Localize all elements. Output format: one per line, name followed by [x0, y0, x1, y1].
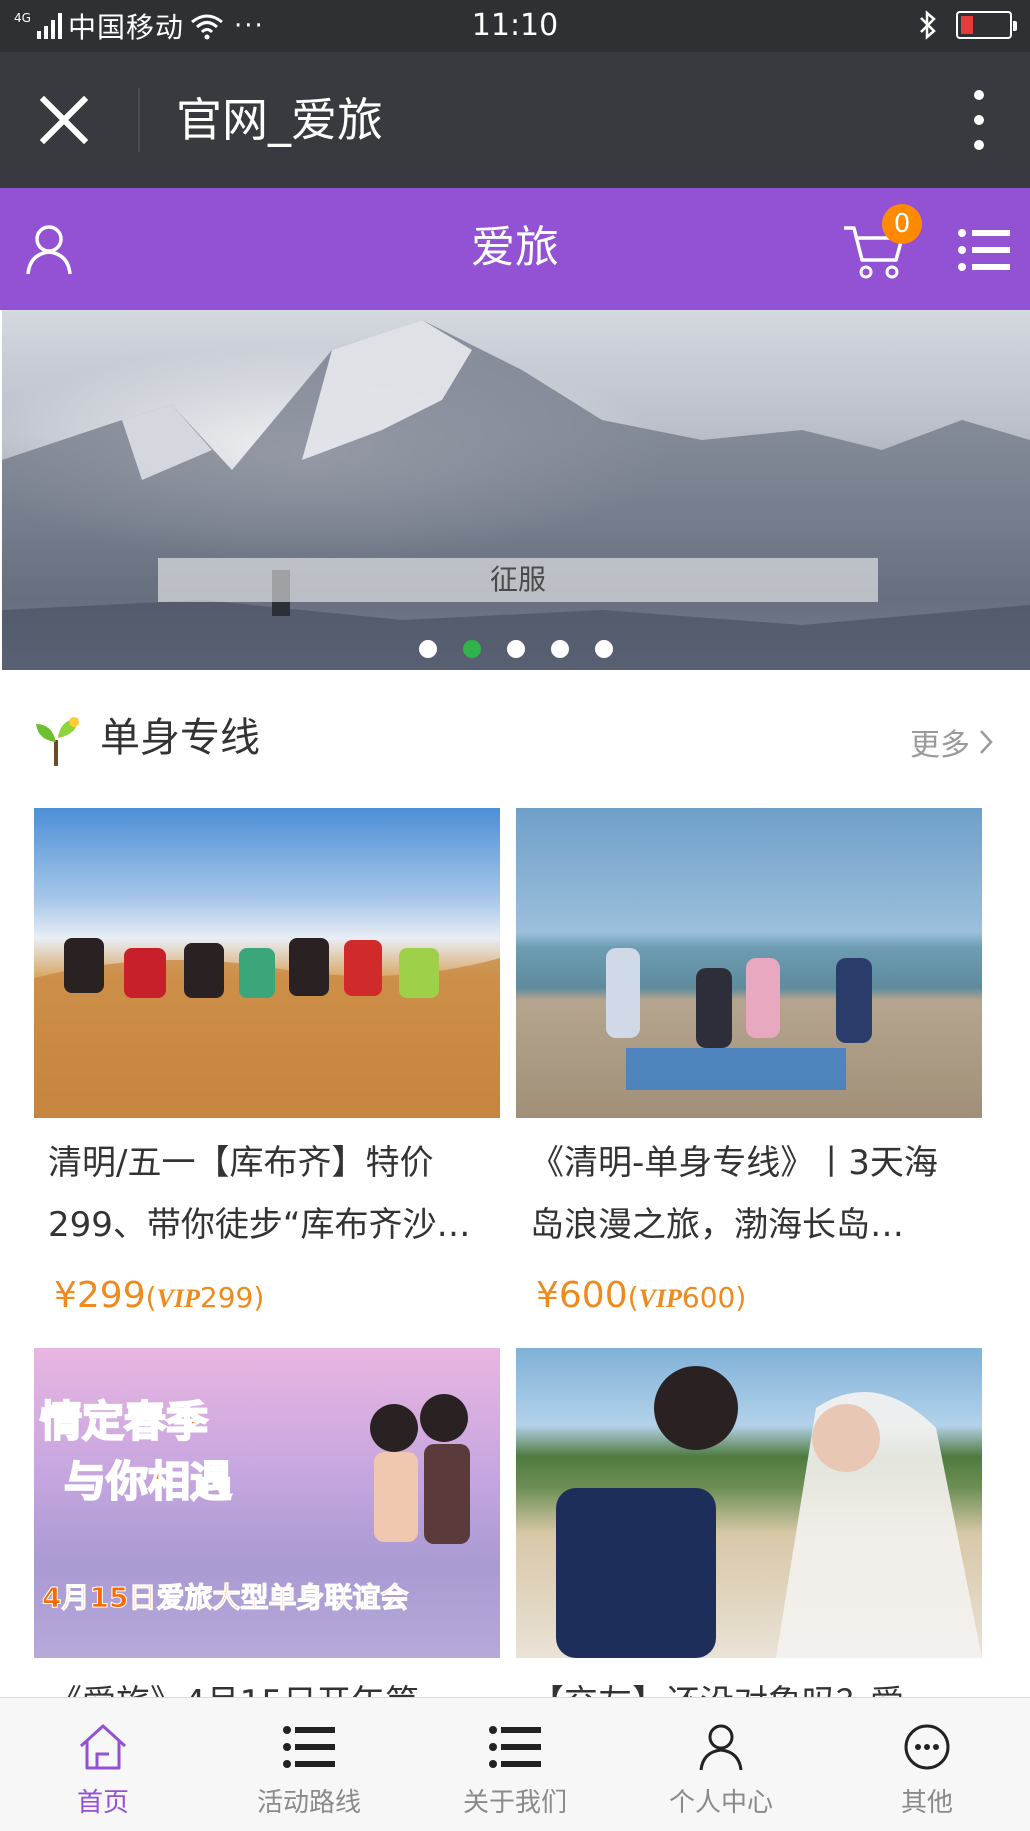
- banner-caption: 征服: [158, 558, 878, 602]
- tab-label: 首页: [76, 1788, 129, 1818]
- banner-dot[interactable]: [507, 640, 525, 658]
- vip-price: (VIP600): [627, 1281, 747, 1314]
- banner-dot[interactable]: [595, 640, 613, 658]
- tab-label: 活动路线: [256, 1788, 361, 1818]
- banner-pagination: [2, 640, 1030, 658]
- more-label: 更多: [910, 728, 970, 763]
- product-image-wedding[interactable]: [516, 1348, 982, 1658]
- price-value: ¥299: [54, 1275, 146, 1316]
- vip-badge: VIP: [156, 1284, 200, 1313]
- poster-headline-2: 与你相遇: [63, 1456, 233, 1507]
- title-divider: [138, 88, 140, 152]
- person-icon: [699, 1724, 743, 1771]
- status-bar: 4G 中国移动 ··· 11:10: [0, 0, 1030, 52]
- price-value: ¥600: [536, 1275, 628, 1316]
- more-icon: [904, 1724, 950, 1770]
- bottom-tab-bar: 首页 活动路线 关于我们 个人中心 其他: [0, 1697, 1030, 1831]
- more-menu-icon[interactable]: [972, 90, 986, 150]
- poster-subtitle: 4月15日爱旅大型单身联谊会: [41, 1581, 409, 1615]
- tab-other[interactable]: 其他: [824, 1698, 1030, 1831]
- webview-title-bar: 官网_爱旅: [0, 52, 1030, 188]
- bluetooth-icon: [920, 10, 936, 40]
- list-icon: [283, 1726, 335, 1768]
- vip-price: (VIP299): [145, 1281, 265, 1314]
- product-title[interactable]: 《清明-单身专线》丨3天海岛浪漫之旅，渤海长岛…: [516, 1132, 982, 1256]
- tab-about[interactable]: 关于我们: [412, 1698, 618, 1831]
- chevron-right-icon: [980, 730, 993, 754]
- product-image-desert[interactable]: [34, 808, 500, 1118]
- more-link[interactable]: 更多: [910, 720, 994, 764]
- banner-dot[interactable]: [551, 640, 569, 658]
- banner-dot-active[interactable]: [463, 640, 481, 658]
- tab-routes[interactable]: 活动路线: [206, 1698, 412, 1831]
- product-card[interactable]: 清明/五一【库布齐】特价299、带你徒步“库布齐沙漠” ¥299(VIP299): [34, 808, 500, 1327]
- tab-label: 关于我们: [462, 1788, 567, 1818]
- poster-couple-illustration: [370, 1394, 470, 1544]
- product-image-beach[interactable]: [516, 808, 982, 1118]
- close-icon[interactable]: [36, 92, 92, 148]
- tab-home[interactable]: 首页: [0, 1698, 206, 1831]
- banner-mountain-image: [2, 320, 1030, 670]
- product-price: ¥600(VIP600): [516, 1268, 982, 1327]
- product-price: ¥299(VIP299): [34, 1268, 500, 1327]
- tab-label: 其他: [900, 1788, 953, 1818]
- status-time: 11:10: [471, 8, 559, 43]
- status-right: [918, 10, 1017, 40]
- page-title: 官网_爱旅: [176, 93, 383, 147]
- tab-profile[interactable]: 个人中心: [618, 1698, 824, 1831]
- sprout-icon: [36, 717, 79, 766]
- hero-banner[interactable]: 征服: [2, 310, 1030, 670]
- battery-icon: [956, 11, 1017, 39]
- menu-icon[interactable]: [958, 228, 1010, 272]
- site-header: 爱旅 0: [0, 188, 1030, 310]
- list-icon: [489, 1726, 541, 1768]
- cart-count-badge: 0: [882, 204, 922, 244]
- product-title[interactable]: 清明/五一【库布齐】特价299、带你徒步“库布齐沙漠”: [34, 1132, 500, 1256]
- product-card[interactable]: 《清明-单身专线》丨3天海岛浪漫之旅，渤海长岛… ¥600(VIP600): [516, 808, 982, 1327]
- poster-headline-1: 情定春季: [39, 1396, 209, 1447]
- section-title: 单身专线: [100, 715, 260, 761]
- home-icon: [79, 1724, 127, 1770]
- vip-badge: VIP: [638, 1284, 682, 1313]
- section-header: 单身专线 更多: [0, 670, 1030, 800]
- banner-dot[interactable]: [419, 640, 437, 658]
- product-image-poster[interactable]: 情定春季 与你相遇 4月15日爱旅大型单身联谊会: [34, 1348, 500, 1658]
- tab-label: 个人中心: [668, 1788, 773, 1818]
